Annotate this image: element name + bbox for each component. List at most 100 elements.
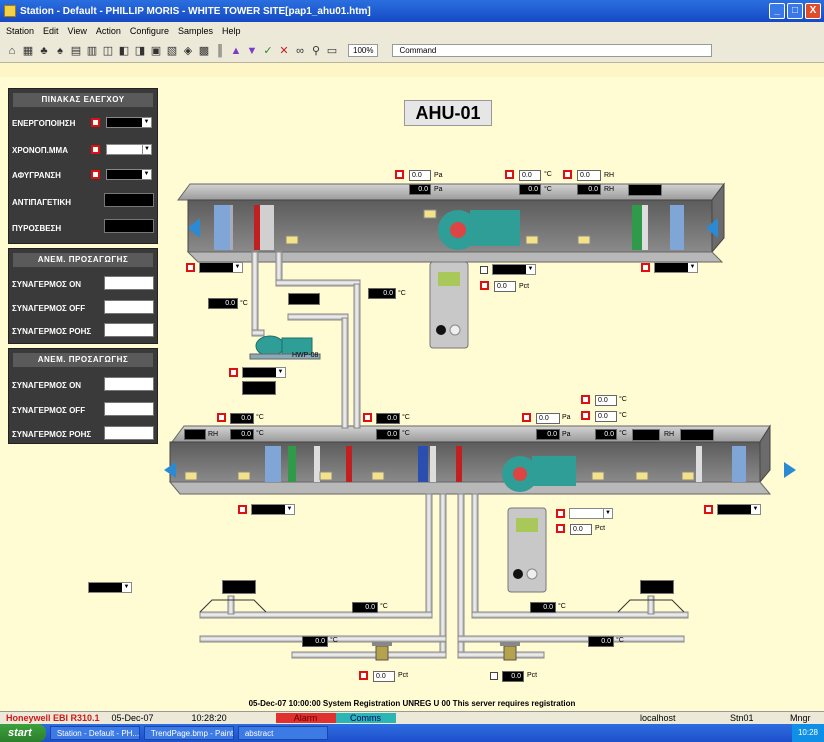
chart-icon[interactable]: ▩ bbox=[198, 45, 210, 57]
return-alarm-off-label: ΣΥΝΑΓΕΡΜΟΣ OFF bbox=[12, 406, 86, 415]
start-button[interactable]: start bbox=[0, 724, 46, 742]
upper-rh-alarm-checkbox[interactable] bbox=[563, 170, 572, 179]
valve-left-unit: Pct bbox=[398, 672, 409, 679]
pump-alarm-checkbox[interactable] bbox=[229, 368, 238, 377]
system-status-message: 05-Dec-07 10:00:00 System Registration U… bbox=[248, 699, 576, 708]
return-alarm-on-label: ΣΥΝΑΓΕΡΜΟΣ ON bbox=[12, 381, 82, 390]
menu-action[interactable]: Action bbox=[96, 26, 121, 36]
left-coil-status bbox=[222, 580, 256, 594]
lower-controller-dropdown[interactable]: ▼ bbox=[569, 508, 613, 519]
bars-icon[interactable]: ║ bbox=[214, 45, 226, 57]
home-icon[interactable]: ⌂ bbox=[6, 45, 18, 57]
taskbar-item-paint[interactable]: TrendPage.bmp - Paint bbox=[143, 726, 234, 740]
lower-pressure-alarm-checkbox[interactable] bbox=[522, 413, 531, 422]
upper-rh-value: 0.0 bbox=[577, 170, 601, 181]
up-arrow-icon[interactable]: ▲ bbox=[230, 45, 242, 57]
menu-view[interactable]: View bbox=[68, 26, 87, 36]
lower-left-temp-alarm-checkbox[interactable] bbox=[217, 413, 226, 422]
valve-right-checkbox[interactable] bbox=[490, 672, 498, 680]
upper-pressure-value: 0.0 bbox=[409, 170, 431, 181]
zoom-icon[interactable]: ⚲ bbox=[310, 45, 322, 57]
upper-right-damper-checkbox[interactable] bbox=[641, 263, 650, 272]
upper-valve-unit: Pct bbox=[519, 283, 530, 290]
status-date: 05-Dec-07 bbox=[111, 713, 154, 723]
taskbar-item-abstract[interactable]: abstract bbox=[237, 726, 328, 740]
page-icon[interactable]: ◫ bbox=[102, 45, 114, 57]
lower-mid-temp2-unit: °C bbox=[402, 430, 410, 437]
table-icon[interactable]: ▥ bbox=[86, 45, 98, 57]
lower-left-damper-dropdown[interactable]: ▼ bbox=[251, 504, 295, 515]
binoculars-icon[interactable]: ∞ bbox=[294, 45, 306, 57]
alarm-icon[interactable]: ♣ bbox=[38, 45, 50, 57]
zoom-select[interactable]: 100% bbox=[348, 44, 379, 57]
report-icon[interactable]: ▤ bbox=[70, 45, 82, 57]
energize-dropdown[interactable]: ▼ bbox=[106, 117, 152, 128]
upper-pressure-alarm-checkbox[interactable] bbox=[395, 170, 404, 179]
upper-controller-dropdown[interactable]: ▼ bbox=[492, 264, 536, 275]
lower-left-damper-checkbox[interactable] bbox=[238, 505, 247, 514]
upper-left-damper-dropdown[interactable]: ▼ bbox=[199, 262, 243, 273]
upper-controller-checkbox[interactable] bbox=[480, 266, 488, 274]
menu-help[interactable]: Help bbox=[222, 26, 241, 36]
dehumidify-alarm-checkbox[interactable] bbox=[91, 170, 100, 179]
history-icon[interactable]: ▣ bbox=[150, 45, 162, 57]
lower-right-damper-checkbox[interactable] bbox=[704, 505, 713, 514]
lower-mid-temp-alarm-checkbox[interactable] bbox=[363, 413, 372, 422]
trend-icon[interactable]: ◈ bbox=[182, 45, 194, 57]
pump-dropdown[interactable]: ▼ bbox=[242, 367, 286, 378]
forward-icon[interactable]: ◨ bbox=[134, 45, 146, 57]
return-temp-unit-2: °C bbox=[616, 637, 624, 644]
supply-temp-unit-2: °C bbox=[558, 603, 566, 610]
lower-valve-alarm-checkbox[interactable] bbox=[556, 524, 565, 533]
lower-right-temp2-value: 0.0 bbox=[595, 411, 617, 422]
minimize-button[interactable]: _ bbox=[769, 3, 785, 19]
print-icon[interactable]: ▧ bbox=[166, 45, 178, 57]
upper-temp-unit: °C bbox=[544, 171, 552, 178]
window-titlebar: Station - Default - PHILLIP MORIS - WHIT… bbox=[0, 0, 824, 22]
energize-alarm-checkbox[interactable] bbox=[91, 118, 100, 127]
grid-icon[interactable]: ▦ bbox=[22, 45, 34, 57]
dehumidify-dropdown[interactable]: ▼ bbox=[106, 169, 152, 180]
schedule-dropdown[interactable]: ▼ bbox=[106, 144, 152, 155]
menu-station[interactable]: Station bbox=[6, 26, 34, 36]
toolbar: ⌂ ▦ ♣ ♠ ▤ ▥ ◫ ◧ ◨ ▣ ▧ ◈ ▩ ║ ▲ ▼ ✓ ✕ ∞ ⚲ … bbox=[0, 39, 824, 63]
upper-pressure-reading-unit: Pa bbox=[434, 186, 443, 193]
lower-right-temp-alarm-checkbox[interactable] bbox=[581, 395, 590, 404]
right-coil-status bbox=[640, 580, 674, 594]
down-arrow-icon[interactable]: ▼ bbox=[246, 45, 258, 57]
label-fire: ΠΥΡΟΣΒΕΣΗ bbox=[12, 224, 62, 233]
return-temp-reading-1: 0.0 bbox=[302, 636, 328, 647]
bottom-left-dropdown[interactable]: ▼ bbox=[88, 582, 132, 593]
command-field[interactable]: Command bbox=[392, 44, 713, 57]
user-name: Mngr bbox=[790, 713, 811, 723]
upper-valve-alarm-checkbox[interactable] bbox=[480, 281, 489, 290]
lower-right-temp2-alarm-checkbox[interactable] bbox=[581, 411, 590, 420]
lower-controller-checkbox[interactable] bbox=[556, 509, 565, 518]
close-button[interactable]: X bbox=[805, 3, 821, 19]
upper-temp-alarm-checkbox[interactable] bbox=[505, 170, 514, 179]
upper-temp-reading: 0.0 bbox=[519, 184, 541, 195]
valve-left-alarm-checkbox[interactable] bbox=[359, 671, 368, 680]
lower-right-damper-dropdown[interactable]: ▼ bbox=[717, 504, 761, 515]
maximize-button[interactable]: □ bbox=[787, 3, 803, 19]
menu-configure[interactable]: Configure bbox=[130, 26, 169, 36]
menu-samples[interactable]: Samples bbox=[178, 26, 213, 36]
upper-right-damper-dropdown[interactable]: ▼ bbox=[654, 262, 698, 273]
supply-alarm-off-label: ΣΥΝΑΓΕΡΜΟΣ OFF bbox=[12, 304, 86, 313]
taskbar-item-station[interactable]: Station - Default - PH... bbox=[49, 726, 140, 740]
upper-rh-display bbox=[628, 184, 662, 196]
cancel-icon[interactable]: ✕ bbox=[278, 45, 290, 57]
window-title: Station - Default - PHILLIP MORIS - WHIT… bbox=[20, 5, 371, 17]
fit-icon[interactable]: ▭ bbox=[326, 45, 338, 57]
upper-left-damper-checkbox[interactable] bbox=[186, 263, 195, 272]
menu-edit[interactable]: Edit bbox=[43, 26, 59, 36]
back-icon[interactable]: ◧ bbox=[118, 45, 130, 57]
alarm-indicator[interactable]: Alarm bbox=[275, 713, 336, 723]
events-icon[interactable]: ♠ bbox=[54, 45, 66, 57]
supply-temp-unit-1: °C bbox=[380, 603, 388, 610]
check-icon[interactable]: ✓ bbox=[262, 45, 274, 57]
supply-alarm-off-value bbox=[104, 300, 154, 314]
valve-left-value: 0.0 bbox=[373, 671, 395, 682]
schedule-alarm-checkbox[interactable] bbox=[91, 145, 100, 154]
comms-indicator[interactable]: Comms bbox=[335, 713, 396, 723]
